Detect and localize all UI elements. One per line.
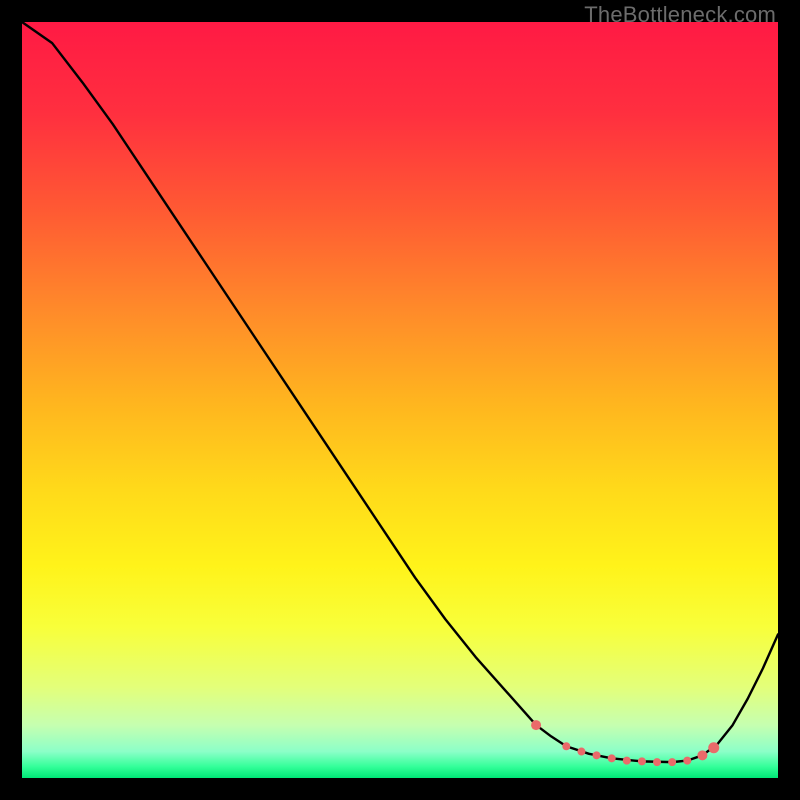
marker-point [623, 757, 631, 765]
marker-point [708, 742, 719, 753]
marker-point [593, 751, 601, 759]
marker-point [653, 758, 661, 766]
marker-point [608, 754, 616, 762]
marker-point [531, 720, 541, 730]
watermark-text: TheBottleneck.com [584, 2, 776, 28]
marker-point [668, 758, 676, 766]
marker-point [577, 748, 585, 756]
marker-point [562, 742, 570, 750]
chart-stage: TheBottleneck.com [0, 0, 800, 800]
marker-point [683, 757, 691, 765]
curve-layer [22, 22, 778, 778]
marker-point [638, 757, 646, 765]
plot-area [22, 22, 778, 778]
marker-point [697, 750, 707, 760]
curve-line [22, 22, 778, 762]
